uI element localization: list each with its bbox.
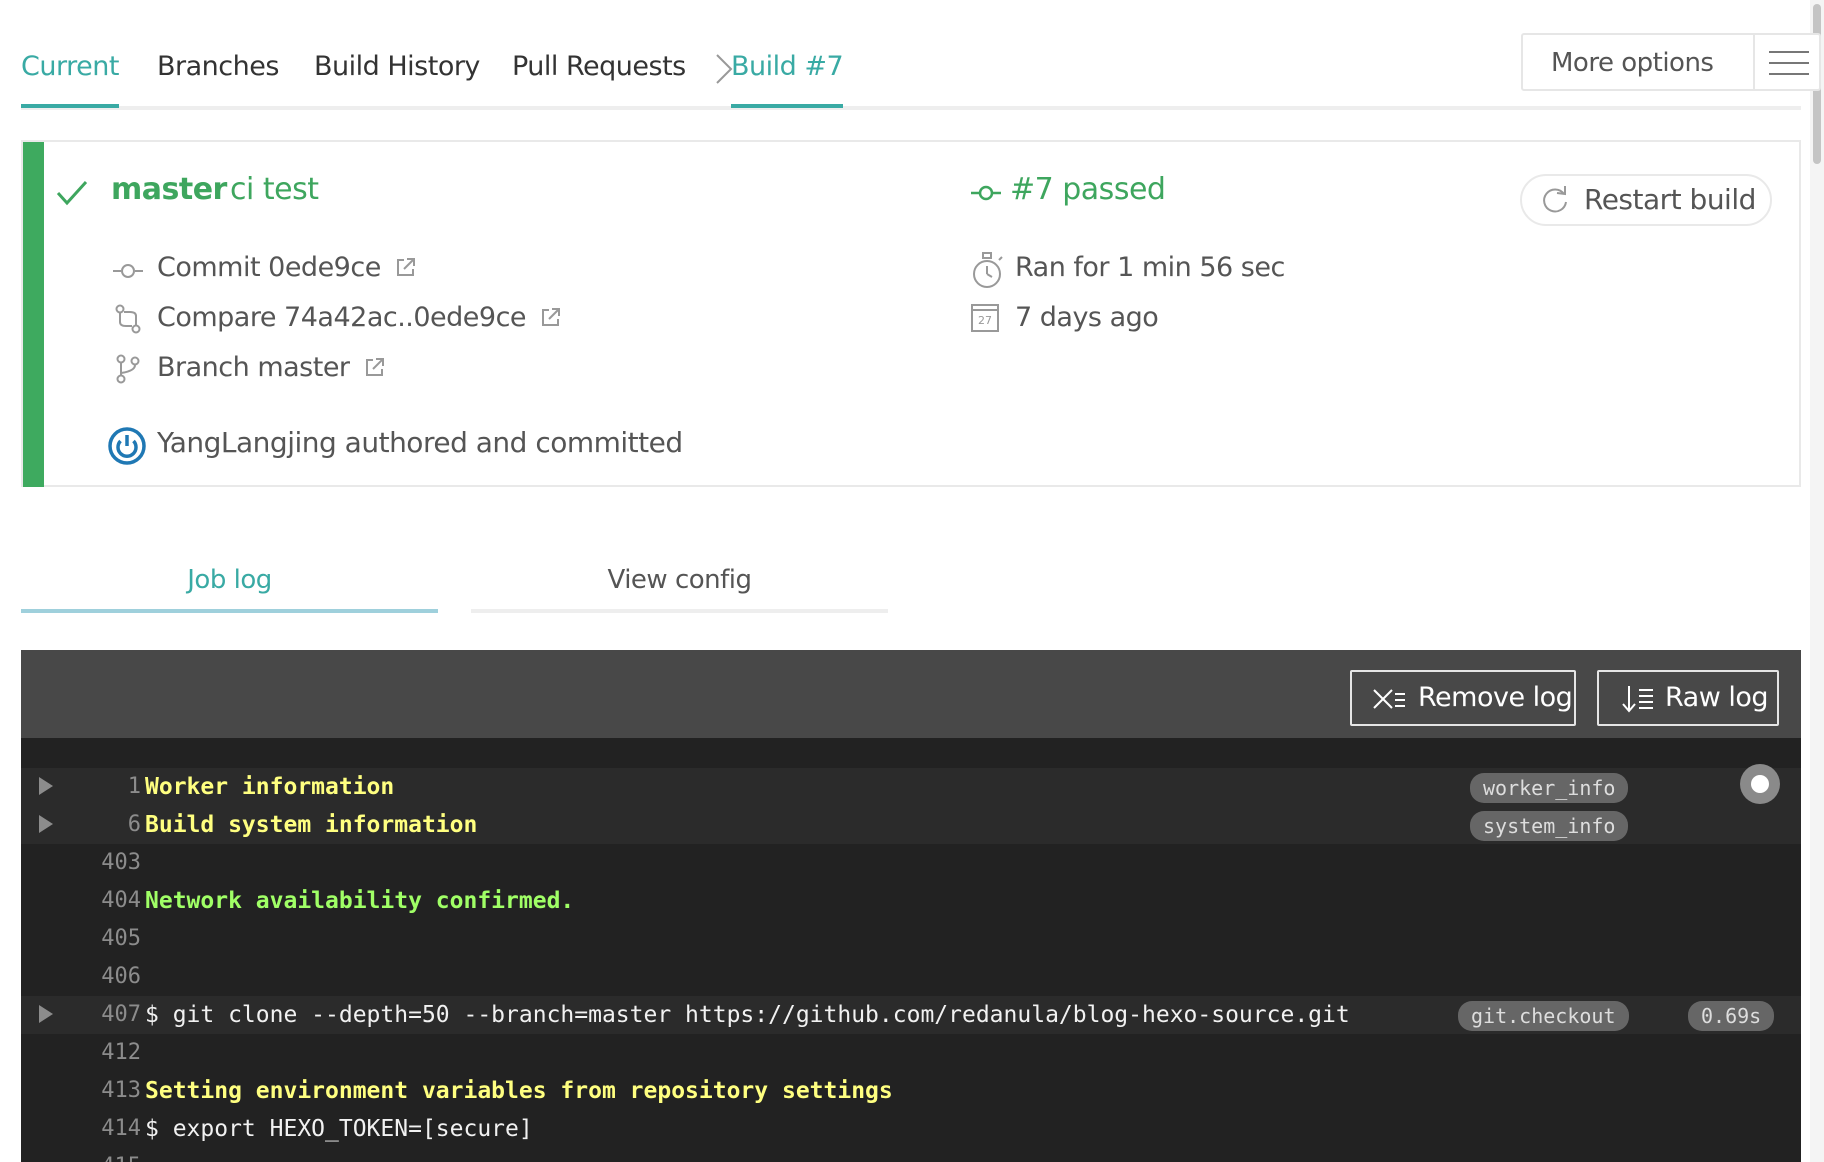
log-toolbar: Remove log Raw log [21,650,1801,738]
line-number[interactable]: 406 [57,958,141,996]
tab-view-config[interactable]: View config [471,555,888,613]
commit-label: Commit 0ede9ce [157,252,381,283]
compare-icon [115,304,141,334]
raw-log-icon [1622,686,1653,713]
log-line-6[interactable]: 6 Build system information system_info [21,806,1801,844]
log-line-405: 405 [21,920,1801,958]
log-line-404: 404 Network availability confirmed. [21,882,1801,920]
fold-arrow-icon[interactable] [39,1005,53,1023]
restart-build-button[interactable]: Restart build [1520,174,1772,226]
log-text: Worker information [145,774,395,800]
line-number[interactable]: 1 [57,768,141,806]
log-line-413: 413 Setting environment variables from r… [21,1072,1801,1110]
build-finished: 7 days ago [1015,302,1159,333]
remove-log-icon [1373,689,1405,709]
tab-job-log[interactable]: Job log [21,555,438,613]
refresh-icon [1543,186,1567,213]
external-link-icon [365,358,384,376]
line-number[interactable]: 403 [57,844,141,882]
raw-log-button[interactable]: Raw log [1597,670,1779,726]
commit-link[interactable]: Commit 0ede9ce [157,252,417,283]
fold-arrow-icon[interactable] [39,815,53,833]
calendar-day: 27 [978,314,992,327]
branch-icon [116,354,140,384]
log-text: Setting environment variables from repos… [145,1078,893,1104]
remove-log-label: Remove log [1418,682,1573,713]
external-link-icon [396,258,415,276]
calendar-icon: 27 [971,304,999,332]
log-line-406: 406 [21,958,1801,996]
log-line-412: 412 [21,1034,1801,1072]
more-options-label: More options [1551,48,1714,78]
line-number[interactable]: 407 [57,996,141,1034]
tab-branches[interactable]: Branches [157,50,279,104]
log-line-407[interactable]: 407 $ git clone --depth=50 --branch=mast… [21,996,1801,1034]
commit-icon [971,185,1001,201]
avatar [108,427,146,465]
fold-tag: git.checkout [1458,1001,1629,1031]
line-number[interactable]: 415 [57,1148,141,1162]
hamburger-icon [1753,35,1823,91]
job-log: Remove log Raw log 1 Worker information … [21,650,1801,1162]
status-stripe [23,142,44,487]
log-line-1[interactable]: 1 Worker information worker_info [21,768,1801,806]
log-line-414: 414 $ export HEXO_TOKEN=[secure] [21,1110,1801,1148]
duration-badge: 0.69s [1688,1001,1775,1031]
tab-current[interactable]: Current [21,50,119,108]
line-number[interactable]: 405 [57,920,141,958]
log-text: $ export HEXO_TOKEN=[secure] [145,1116,533,1142]
line-number[interactable]: 414 [57,1110,141,1148]
stopwatch-icon [973,252,1003,288]
repo-nav: Current Branches Build History Pull Requ… [21,0,1821,110]
log-line-403: 403 [21,844,1801,882]
compare-link[interactable]: Compare 74a42ac..0ede9ce [157,302,562,333]
branch-label: Branch master [157,352,350,383]
commit-icon [113,264,143,278]
external-link-icon [542,308,561,326]
tab-pull-requests[interactable]: Pull Requests [512,50,686,104]
branch-link[interactable]: Branch master [157,352,386,383]
build-status[interactable]: #7 passed [1010,172,1166,207]
log-text: Build system information [145,812,478,838]
raw-log-label: Raw log [1665,682,1769,713]
author-line: YangLangjing authored and committed [157,426,683,459]
log-line-415: 415 [21,1148,1801,1162]
page-scrollbar[interactable] [1810,0,1824,1162]
restart-build-label: Restart build [1584,183,1756,216]
branch-name[interactable]: master [111,172,227,207]
build-duration: Ran for 1 min 56 sec [1015,252,1285,283]
scroll-to-end-button[interactable] [1740,764,1780,804]
tab-build-7[interactable]: Build #7 [731,50,844,108]
fold-tag: worker_info [1470,773,1629,803]
remove-log-button[interactable]: Remove log [1350,670,1576,726]
more-options-button[interactable]: More options [1521,33,1821,91]
compare-label: Compare 74a42ac..0ede9ce [157,302,527,333]
line-number[interactable]: 6 [57,806,141,844]
commit-message: ci test [230,172,319,207]
log-text: Network availability confirmed. [145,888,575,914]
line-number[interactable]: 412 [57,1034,141,1072]
line-number[interactable]: 404 [57,882,141,920]
log-text: $ git clone --depth=50 --branch=master h… [145,1002,1350,1028]
check-icon [56,180,88,206]
fold-arrow-icon[interactable] [39,777,53,795]
line-number[interactable]: 413 [57,1072,141,1110]
fold-tag: system_info [1470,811,1629,841]
tab-build-history[interactable]: Build History [314,50,480,104]
